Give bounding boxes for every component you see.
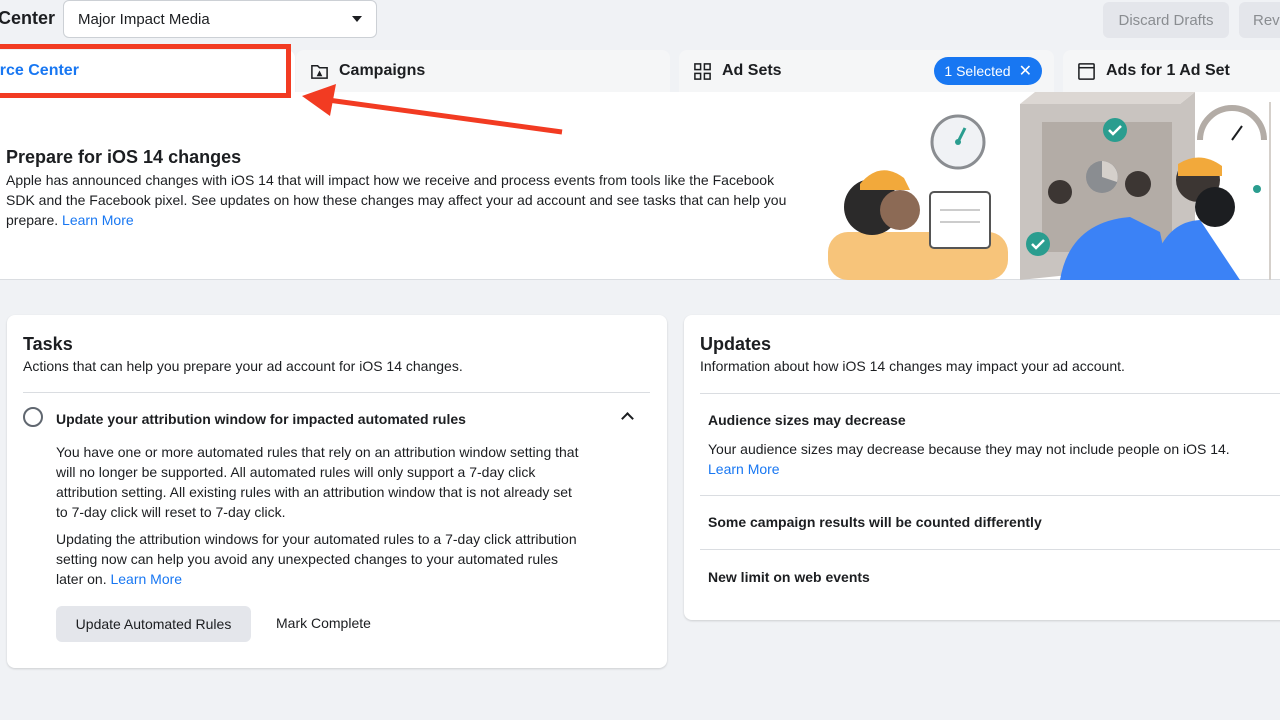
update-automated-rules-button[interactable]: Update Automated Rules (56, 606, 251, 642)
tasks-card: Tasks Actions that can help you prepare … (7, 315, 667, 668)
updates-subtitle: Information about how iOS 14 changes may… (700, 358, 1125, 374)
close-icon[interactable]: ✕ (1019, 61, 1032, 81)
selected-badge[interactable]: 1 Selected ✕ (934, 57, 1042, 85)
banner-learn-more-link[interactable]: Learn More (62, 212, 134, 228)
update-item-title[interactable]: New limit on web events (708, 569, 870, 585)
update-learn-more-link[interactable]: Learn More (708, 461, 780, 477)
grid-icon (694, 62, 711, 80)
top-bar: Center Major Impact Media Discard Drafts… (0, 0, 1280, 40)
chevron-up-icon[interactable] (621, 412, 634, 425)
task-description-1: You have one or more automated rules tha… (56, 444, 579, 520)
task-title[interactable]: Update your attribution window for impac… (56, 411, 466, 427)
review-button[interactable]: Revi (1239, 2, 1280, 38)
selected-badge-label: 1 Selected (944, 63, 1011, 79)
account-dropdown-value: Major Impact Media (78, 10, 210, 28)
task-complete-radio[interactable] (23, 407, 43, 427)
updates-card: Updates Information about how iOS 14 cha… (684, 315, 1280, 620)
page-title: Center (0, 8, 56, 28)
divider (700, 495, 1280, 496)
divider (700, 393, 1280, 394)
tab-ad-sets-label: Ad Sets (722, 62, 782, 79)
tab-ads-label: Ads for 1 Ad Set (1106, 62, 1230, 79)
ios14-illustration (828, 92, 1271, 280)
window-icon (1078, 62, 1095, 80)
tab-ad-sets[interactable]: Ad Sets 1 Selected ✕ (679, 50, 1054, 92)
updates-title: Updates (700, 334, 772, 354)
annotation-arrow-icon (302, 84, 563, 135)
discard-drafts-button[interactable]: Discard Drafts (1103, 2, 1229, 38)
tab-ads[interactable]: Ads for 1 Ad Set (1063, 50, 1280, 92)
banner-text: Apple has announced changes with iOS 14 … (6, 170, 806, 230)
ios14-banner: Prepare for iOS 14 changes Apple has ann… (0, 92, 1280, 280)
tasks-subtitle: Actions that can help you prepare your a… (23, 358, 463, 374)
divider (700, 549, 1280, 550)
update-item-body: Your audience sizes may decrease because… (708, 441, 1230, 457)
caret-down-icon (352, 16, 362, 22)
update-item-title[interactable]: Some campaign results will be counted di… (708, 514, 1042, 530)
task-learn-more-link[interactable]: Learn More (110, 571, 182, 587)
banner-title: Prepare for iOS 14 changes (6, 147, 242, 167)
update-item-text: Your audience sizes may decrease because… (708, 439, 1268, 479)
divider (23, 392, 650, 393)
mark-complete-button[interactable]: Mark Complete (276, 615, 371, 631)
folder-icon (311, 64, 328, 79)
tasks-title: Tasks (23, 334, 73, 354)
tab-campaigns-label: Campaigns (339, 62, 426, 79)
task-description-2: Updating the attribution windows for you… (56, 529, 586, 589)
annotation-highlight-box (0, 44, 291, 98)
account-dropdown[interactable]: Major Impact Media (63, 0, 377, 38)
update-item-title[interactable]: Audience sizes may decrease (708, 412, 906, 428)
